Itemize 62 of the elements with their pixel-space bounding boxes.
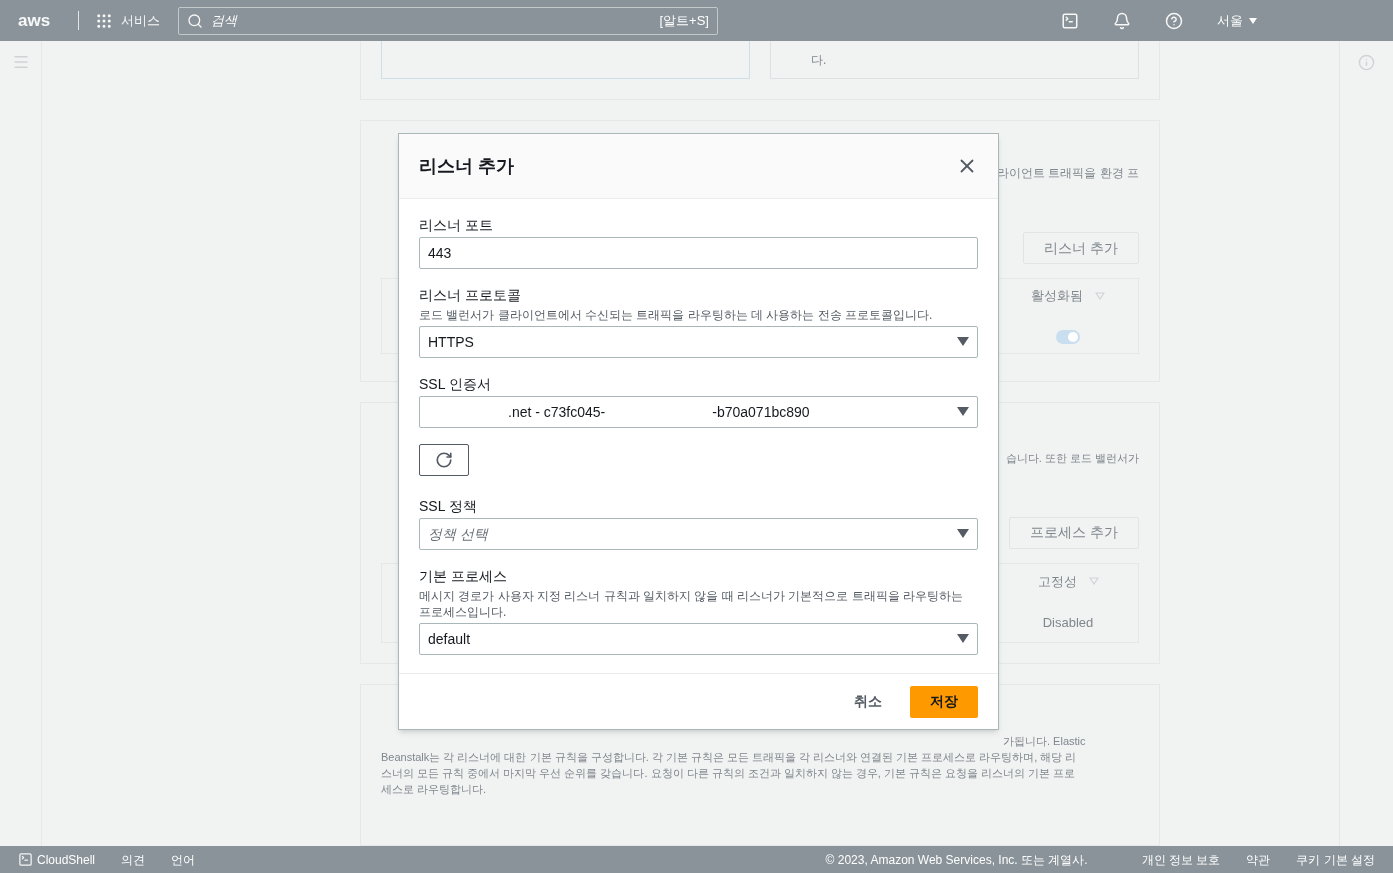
footer-link[interactable]: 의견 — [121, 850, 146, 869]
save-button[interactable]: 저장 — [910, 685, 978, 718]
section-description: Beanstalk는 각 리스너에 대한 기본 규칙을 구성합니다. 각 기본 규칙은 모든 트래픽을 각 리스너와 연결된 기본 프로세스로 라우팅하며, 해당 리 — [381, 750, 1078, 765]
column-header: 고정성 — [1037, 572, 1077, 591]
terminal-icon — [18, 852, 33, 867]
help-icon[interactable] — [1165, 11, 1183, 30]
option-tile[interactable] — [381, 41, 750, 79]
refresh-button[interactable] — [419, 444, 469, 476]
card-text: 다. — [810, 53, 827, 67]
section-description: 가됩니다. Elastic — [1003, 734, 1087, 749]
search-placeholder: 검색 — [211, 11, 237, 30]
select-placeholder: 정책 선택 — [428, 524, 488, 544]
dialog-title: 리스너 추가 — [419, 154, 514, 178]
field-label: 기본 프로세스 — [419, 567, 508, 586]
field-description: 로드 밸런서가 클라이언트에서 수신되는 트래픽을 라우팅하는 데 사용하는 전송 프로토콜입니다. — [419, 307, 934, 323]
sort-icon — [1088, 577, 1099, 586]
section-description: 습니다. 또한 로드 밸런서가 — [1005, 451, 1139, 466]
sort-icon — [1095, 291, 1105, 300]
aws-logo[interactable]: aws — [18, 12, 66, 29]
caret-icon — [957, 529, 969, 539]
select-field[interactable]: 정책 선택 — [419, 518, 978, 550]
search-icon — [187, 12, 203, 29]
field-label: SSL 인증서 — [419, 375, 492, 394]
search-field[interactable]: 검색 [알트+S] — [178, 6, 718, 35]
section-description: 스너의 모든 규칙 중에서 마지막 우선 순위를 갖습니다. 요청이 다른 규칙의 조건과 일치하지 않는 경우, 기본 규칙은 요청을 리스너의 기본 프로 — [381, 766, 1077, 781]
field-description: 메시지 경로가 사용자 지정 리스너 규칙과 일치하지 않을 때 리스너가 기본적으로 트래픽을 라우팅하는 프로세스입니다. — [419, 588, 964, 620]
add-button[interactable]: 프로세스 추가 — [1009, 516, 1139, 549]
caret-icon — [957, 407, 969, 417]
caret-icon — [1249, 17, 1257, 24]
terminal-icon[interactable] — [1061, 11, 1079, 30]
services-button[interactable]: 서비스 — [78, 10, 160, 31]
select-value: HTTPS — [428, 332, 474, 352]
select-field[interactable]: HTTPS — [419, 326, 978, 358]
select-value: -b70a071bc890 — [712, 402, 810, 422]
option-tile[interactable]: 다. — [769, 41, 1139, 79]
copyright-text: © 2023, Amazon Web Services, Inc. 또는 계열사. — [825, 851, 1088, 869]
caret-icon — [957, 634, 969, 644]
enabled-toggle[interactable] — [1056, 329, 1080, 344]
section-description: 세스로 라우팅합니다. — [381, 782, 488, 797]
table-cell-text: Disabled — [1042, 614, 1094, 632]
select-field[interactable]: .net - c73fc045- -b70a071bc890 — [419, 396, 978, 428]
select-field[interactable]: default — [419, 623, 978, 655]
cancel-button[interactable]: 취소 — [840, 685, 896, 718]
select-value: default — [428, 629, 471, 649]
footer-link[interactable]: 개인 정보 보호 — [1141, 850, 1221, 869]
refresh-icon — [435, 451, 453, 469]
notification-icon[interactable] — [1113, 11, 1131, 30]
caret-icon — [957, 337, 969, 347]
footer-link[interactable]: 언어 — [171, 850, 196, 869]
field-label: 리스너 포트 — [419, 216, 494, 235]
region-button[interactable]: 서울 — [1217, 10, 1257, 31]
add-button[interactable]: 리스너 추가 — [1023, 232, 1139, 264]
shortcut-hint: [알트+S] — [659, 11, 709, 30]
select-value: .net - c73fc045- — [508, 402, 606, 422]
column-header: 활성화됨 — [1031, 287, 1083, 305]
field-label: SSL 정책 — [419, 497, 478, 516]
grid-icon — [95, 11, 113, 30]
footer-link[interactable]: 쿠키 기본 설정 — [1296, 850, 1375, 869]
field-label: 리스너 프로토콜 — [419, 286, 522, 305]
port-input[interactable]: 443 — [419, 237, 978, 269]
footer-link[interactable]: 약관 — [1246, 850, 1271, 869]
cloudshell-link[interactable]: CloudShell — [18, 850, 96, 869]
